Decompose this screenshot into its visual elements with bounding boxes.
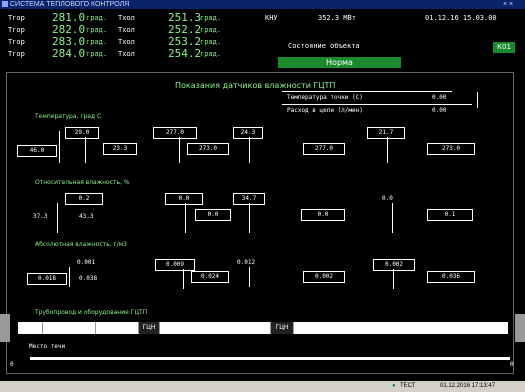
scroll-right-button[interactable] bbox=[515, 314, 525, 342]
sensor-stem bbox=[393, 269, 394, 289]
header-datetime: 01.12.16 15.03.00 bbox=[425, 14, 497, 22]
tracker-cell bbox=[294, 322, 508, 334]
sensor-value: 0.038 bbox=[79, 275, 98, 282]
scroll-left-value: 0 bbox=[10, 361, 14, 368]
sensor-stem bbox=[183, 269, 184, 289]
app-icon bbox=[2, 1, 8, 7]
section-temperature: Температура, град С bbox=[35, 113, 102, 120]
header-row-4: Tгор 284.0 град. Tхол 254.2 град. bbox=[8, 47, 222, 60]
sensor-stem bbox=[387, 137, 388, 163]
sensor-stem bbox=[57, 203, 58, 233]
indicator-dot-icon: ● bbox=[392, 383, 396, 389]
scroll-left-button[interactable] bbox=[0, 314, 10, 342]
sensor-stem bbox=[179, 137, 180, 163]
section-tracker: Трубопровод и оборудование ГЦТП bbox=[35, 309, 148, 316]
sensor-value: 43.3 bbox=[79, 213, 94, 220]
dew-label: Температура точки (С) bbox=[287, 94, 363, 101]
flow-label: Расход в цепи (л/мин) bbox=[287, 107, 363, 114]
tracker-cell bbox=[160, 322, 271, 334]
status-indicator-label: ТЕСТ bbox=[400, 383, 416, 389]
knu-value: 352.3 МВт bbox=[318, 14, 356, 22]
sensor-stem bbox=[392, 203, 393, 233]
close-icon[interactable]: × × bbox=[503, 0, 523, 9]
sensor-value: 21.7 bbox=[367, 127, 405, 139]
sensor-stem bbox=[249, 203, 250, 233]
sensor-value: 0.0 bbox=[301, 209, 345, 221]
sensor-value: 37.3 bbox=[33, 213, 48, 220]
sensor-value: 277.0 bbox=[153, 127, 197, 139]
sensor-value: 273.0 bbox=[187, 143, 229, 155]
tracker-cell-gcn[interactable]: ГЦН bbox=[139, 322, 160, 334]
sensor-value: 0.036 bbox=[427, 271, 475, 283]
tracker-cell bbox=[96, 322, 139, 334]
sensor-value: 0.2 bbox=[65, 193, 103, 205]
divider bbox=[282, 91, 452, 92]
sensor-value: 0.012 bbox=[237, 259, 256, 266]
section-absolute-humidity: Абсолютная влажность, г/м3 bbox=[35, 241, 127, 248]
sensor-stem bbox=[59, 131, 60, 163]
sensor-value: 0.009 bbox=[155, 259, 195, 271]
scroll-right-value: 0 bbox=[510, 361, 514, 368]
window-titlebar: СИСТЕМА ТЕПЛОВОГО КОНТРОЛЯ × × bbox=[0, 0, 525, 9]
sensor-value: 23.3 bbox=[103, 143, 137, 155]
k01-badge[interactable]: К01 bbox=[493, 42, 515, 53]
section-relative-humidity: Относительная влажность, % bbox=[35, 179, 130, 186]
horizontal-scrollbar[interactable] bbox=[30, 357, 510, 360]
sensor-value: 273.0 bbox=[427, 143, 475, 155]
pipeline-tracker: ГЦН ГЦН bbox=[18, 322, 508, 334]
tracker-cell bbox=[43, 322, 96, 334]
sensor-value: 0.002 bbox=[373, 259, 415, 271]
sensor-value: 0.001 bbox=[77, 259, 96, 266]
tracker-cell bbox=[18, 322, 43, 334]
sensor-value: 24.3 bbox=[233, 127, 263, 139]
status-datetime: 01.12.2016 17:13:47 bbox=[440, 383, 496, 389]
main-title: Показания датчиков влажности ГЦТП bbox=[175, 81, 336, 90]
sensor-value: 0.024 bbox=[191, 271, 229, 283]
sensor-stem bbox=[85, 137, 86, 163]
tracker-cell-gcn[interactable]: ГЦН bbox=[271, 322, 294, 334]
divider bbox=[477, 92, 478, 108]
sensor-value: 277.0 bbox=[303, 143, 345, 155]
sensor-value: 0.0 bbox=[195, 209, 231, 221]
dew-value: 0.00 bbox=[432, 94, 447, 101]
sensor-value: 29.0 bbox=[65, 127, 99, 139]
sensor-stem bbox=[69, 267, 70, 287]
flow-value: 0.00 bbox=[432, 107, 447, 114]
sensor-value: 0.1 bbox=[427, 209, 473, 221]
sensor-stem bbox=[249, 137, 250, 163]
knu-label: КНУ bbox=[265, 14, 278, 22]
status-bar: ● ТЕСТ 01.12.2016 17:13:47 bbox=[0, 381, 525, 392]
header-row-2: Tгор 282.0 град. Tхол 252.2 град. bbox=[8, 23, 222, 36]
state-label: Состояние объекта bbox=[288, 42, 360, 50]
header-row-3: Tгор 283.0 град. Tхол 253.2 град. bbox=[8, 35, 222, 48]
status-indicator: Норма bbox=[278, 57, 401, 68]
sensor-value: 0.0 bbox=[382, 195, 393, 202]
header-panel: Tгор 281.0 град. Tхол 251.3 град. Tгор 2… bbox=[0, 10, 525, 72]
sensor-value: 46.0 bbox=[17, 145, 57, 157]
sensor-value: 0.0 bbox=[165, 193, 203, 205]
legend-label: Место течи bbox=[29, 343, 66, 350]
sensor-stem bbox=[185, 203, 186, 233]
sensor-value: 0.002 bbox=[303, 271, 345, 283]
header-row-1: Tгор 281.0 град. Tхол 251.3 град. bbox=[8, 11, 222, 24]
sensor-stem bbox=[249, 267, 250, 287]
sensor-value: 0.018 bbox=[27, 273, 67, 285]
divider bbox=[282, 104, 472, 105]
window-title: СИСТЕМА ТЕПЛОВОГО КОНТРОЛЯ bbox=[10, 1, 130, 8]
